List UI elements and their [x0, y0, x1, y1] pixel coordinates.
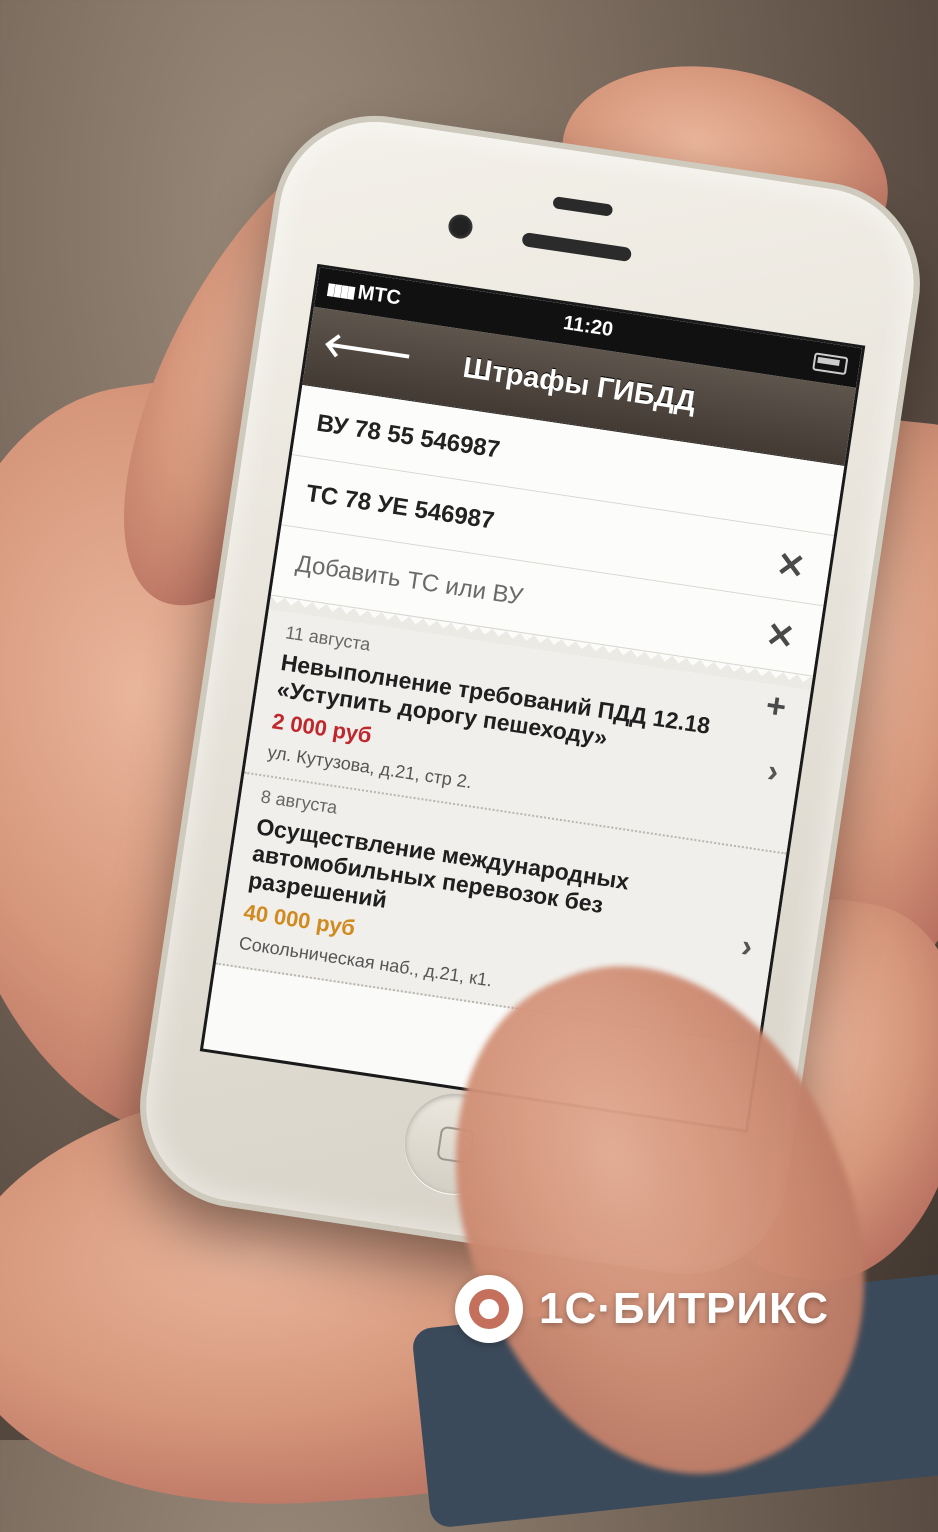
document-label: ВУ 78 55 546987 — [314, 409, 502, 464]
add-document-label: Добавить ТС или ВУ — [293, 550, 525, 611]
bitrix-logo-icon — [455, 1275, 523, 1343]
speaker-top — [552, 196, 614, 217]
document-label: ТС 78 УЕ 546987 — [304, 479, 496, 535]
add-plus-icon[interactable]: + — [763, 686, 788, 728]
front-camera — [446, 212, 475, 241]
chevron-right-icon: › — [765, 752, 782, 790]
brand-logo: 1С·БИТРИКС — [455, 1275, 829, 1343]
chevron-right-icon: › — [739, 926, 755, 964]
logo-text: 1С·БИТРИКС — [539, 1284, 830, 1333]
earpiece-speaker — [521, 231, 633, 263]
remove-icon[interactable]: ✕ — [774, 544, 808, 588]
remove-icon[interactable]: ✕ — [763, 614, 797, 658]
